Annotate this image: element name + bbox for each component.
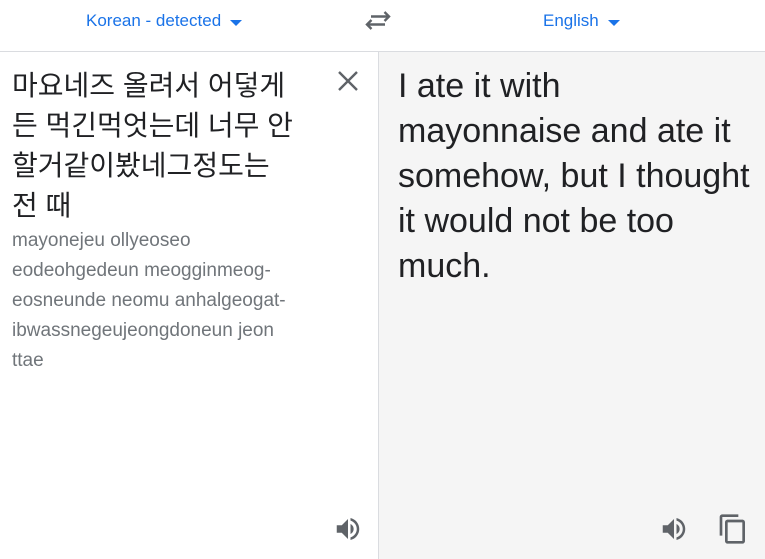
close-icon <box>338 71 358 91</box>
source-language-selector[interactable]: Korean - detected <box>86 11 243 31</box>
listen-source-button[interactable] <box>333 514 363 544</box>
speaker-icon <box>336 518 360 540</box>
translate-widget: Korean - detected English 마요네즈 올려서 어덯게든 … <box>0 0 765 559</box>
swap-languages-button[interactable] <box>364 9 392 33</box>
chevron-down-icon <box>607 19 620 26</box>
chevron-down-icon <box>230 19 243 26</box>
copy-icon <box>719 514 745 544</box>
language-bar: Korean - detected English <box>0 0 765 52</box>
listen-translation-button[interactable] <box>659 514 689 544</box>
translation-text: I ate it with mayonnaise and ate it some… <box>398 67 750 285</box>
source-text[interactable]: 마요네즈 올려서 어덯게든 먹긴먹엇는데 너무 안할거같이봤네그정도는 전 때 <box>12 66 302 226</box>
clear-source-button[interactable] <box>336 69 360 93</box>
speaker-icon <box>662 518 686 540</box>
copy-translation-button[interactable] <box>717 513 749 545</box>
swap-arrows-icon <box>365 11 391 30</box>
translation-panel: I ate it with mayonnaise and ate it some… <box>379 52 765 559</box>
source-language-label: Korean - detected <box>86 11 222 30</box>
target-language-label: English <box>543 11 599 30</box>
target-language-selector[interactable]: English <box>543 11 620 31</box>
source-transliteration: mayonejeu ollyeoseo eodeohgedeun meoggin… <box>12 230 286 371</box>
source-panel: 마요네즈 올려서 어덯게든 먹긴먹엇는데 너무 안할거같이봤네그정도는 전 때 … <box>0 52 379 559</box>
